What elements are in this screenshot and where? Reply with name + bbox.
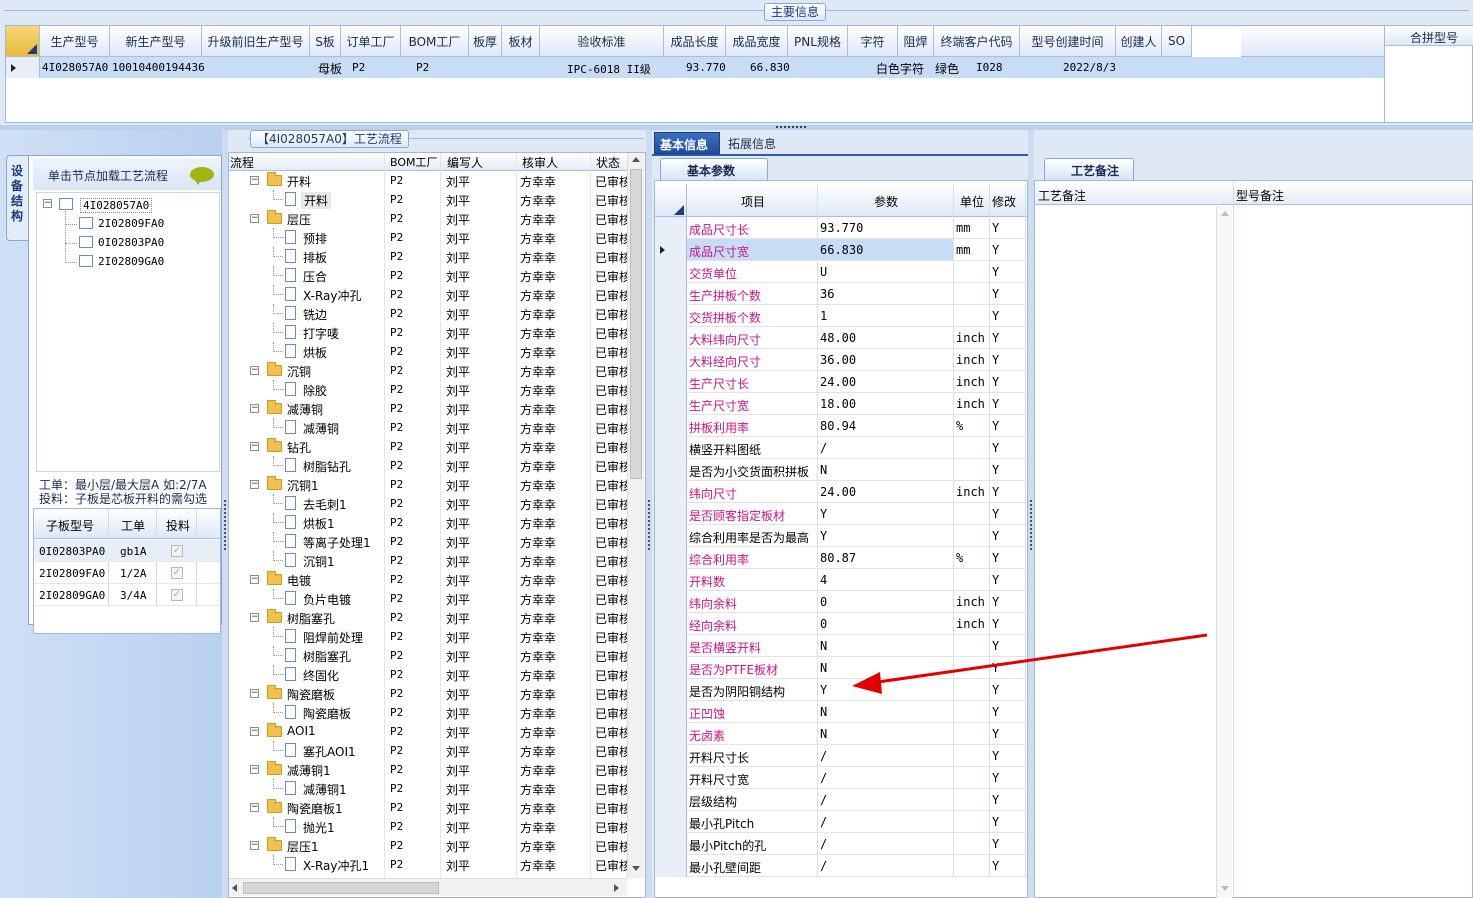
annotation-arrow	[852, 633, 1208, 694]
